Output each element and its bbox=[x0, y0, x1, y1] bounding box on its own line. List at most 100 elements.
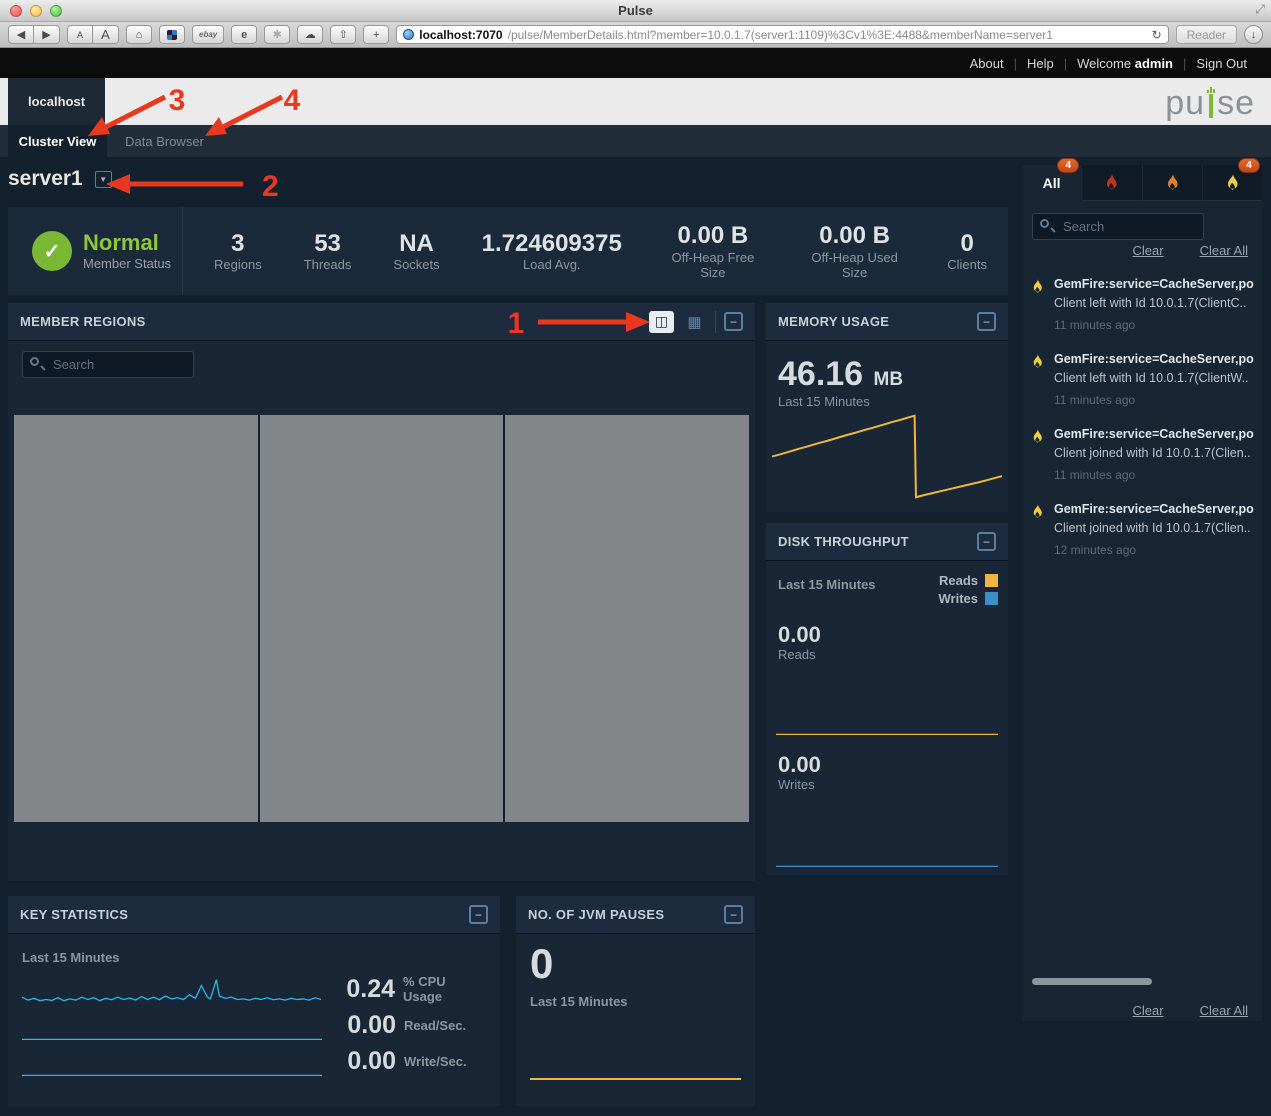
ebay-extension-icon[interactable]: ebay bbox=[192, 25, 224, 44]
resize-icon[interactable]: ⤢ bbox=[1255, 2, 1265, 17]
collapse-icon[interactable]: − bbox=[724, 312, 743, 331]
font-larger-button[interactable]: A bbox=[93, 25, 119, 44]
reads-color-swatch bbox=[985, 574, 998, 587]
share-button[interactable]: ⇧ bbox=[330, 25, 356, 44]
memory-value: 46.16 bbox=[778, 355, 863, 393]
stat-sockets: NA Sockets bbox=[372, 230, 460, 273]
region-block[interactable] bbox=[14, 415, 258, 822]
panel-title: NO. OF JVM PAUSES bbox=[528, 907, 664, 922]
asterisk-extension-icon[interactable]: ✱ bbox=[264, 25, 290, 44]
member-dropdown-button[interactable]: ▼ bbox=[95, 171, 112, 188]
delicious-extension-icon[interactable] bbox=[159, 25, 185, 44]
member-name: server1 bbox=[8, 167, 83, 191]
stat-threads: 53 Threads bbox=[283, 230, 373, 273]
tab-data-browser[interactable]: Data Browser bbox=[107, 125, 222, 157]
tab-cluster-view[interactable]: Cluster View bbox=[8, 125, 107, 157]
memory-usage-panel: MEMORY USAGE − 46.16 MB Last 15 Minutes bbox=[766, 303, 1008, 512]
disk-throughput-panel: DISK THROUGHPUT − Last 15 Minutes Reads … bbox=[766, 523, 1008, 875]
address-bar[interactable]: localhost:7070 /pulse/MemberDetails.html… bbox=[396, 25, 1168, 44]
panel-title: MEMBER REGIONS bbox=[20, 314, 146, 329]
notification-item[interactable]: GemFire:service=CacheServer,port=404 Cli… bbox=[1032, 421, 1254, 496]
evernote-extension-icon[interactable]: e bbox=[231, 25, 257, 44]
search-icon bbox=[1040, 219, 1049, 228]
clear-all-link-top[interactable]: Clear All bbox=[1200, 243, 1248, 258]
status-state: Normal bbox=[83, 231, 171, 255]
divider bbox=[715, 311, 716, 333]
collapse-icon[interactable]: − bbox=[724, 905, 743, 924]
notification-time: 11 minutes ago bbox=[1054, 318, 1254, 332]
tab-warning-notifications[interactable]: 4 bbox=[1203, 165, 1262, 201]
app-header: About | Help | Welcome admin | Sign Out bbox=[0, 48, 1271, 78]
logo-text-se: se bbox=[1217, 89, 1255, 118]
cpu-label: % CPU Usage bbox=[403, 974, 488, 1004]
new-tab-button[interactable]: + bbox=[363, 25, 389, 44]
welcome-label: Welcome bbox=[1077, 56, 1131, 71]
tab-severe-notifications[interactable] bbox=[1082, 165, 1142, 201]
stat-offheap-free: 0.00 B Off-Heap Free Size bbox=[643, 222, 783, 280]
stat-value: 0.00 B bbox=[804, 222, 905, 250]
help-link[interactable]: Help bbox=[1017, 56, 1064, 71]
collapse-icon[interactable]: − bbox=[469, 905, 488, 924]
member-stats: 3 Regions 53 Threads NA Sockets 1.724609… bbox=[183, 222, 1008, 280]
regions-search-input[interactable] bbox=[22, 351, 194, 378]
jvm-pauses-chart bbox=[530, 1078, 741, 1080]
welcome-user: Welcome admin bbox=[1067, 56, 1183, 71]
grid-view-icon[interactable]: ▦ bbox=[682, 311, 707, 333]
region-block[interactable] bbox=[505, 415, 749, 822]
font-smaller-button[interactable]: A bbox=[67, 25, 93, 44]
region-block[interactable] bbox=[260, 415, 504, 822]
tab-all-notifications[interactable]: All 4 bbox=[1022, 165, 1082, 201]
reader-button[interactable]: Reader bbox=[1176, 25, 1237, 44]
jvm-pauses-subtitle: Last 15 Minutes bbox=[530, 994, 628, 1009]
downloads-button[interactable]: ↓ bbox=[1244, 25, 1263, 44]
forward-button[interactable]: ▶ bbox=[34, 25, 60, 44]
collapse-icon[interactable]: − bbox=[977, 312, 996, 331]
stat-value: NA bbox=[393, 230, 439, 258]
disk-reads-label: Reads bbox=[778, 647, 821, 662]
logo-text-pu: pu bbox=[1165, 89, 1205, 118]
stat-label: Off-Heap Used Size bbox=[804, 250, 905, 280]
notifications-search-input[interactable] bbox=[1032, 213, 1204, 240]
view-tabs: Cluster View Data Browser bbox=[0, 125, 1271, 157]
writes-sec-value: 0.00 bbox=[334, 1047, 396, 1076]
logo-bar bbox=[1207, 85, 1215, 118]
member-status: ✓ Normal Member Status bbox=[8, 207, 183, 295]
stat-label: Load Avg. bbox=[482, 257, 622, 272]
stat-value: 0.00 B bbox=[664, 222, 762, 250]
horizontal-scrollbar[interactable] bbox=[1032, 978, 1152, 985]
tab-error-notifications[interactable] bbox=[1143, 165, 1203, 201]
notification-tabs: All 4 4 bbox=[1022, 165, 1262, 201]
clear-link-bottom[interactable]: Clear bbox=[1133, 1003, 1164, 1018]
notification-list: GemFire:service=CacheServer,port=404 Cli… bbox=[1032, 271, 1254, 571]
status-check-icon: ✓ bbox=[32, 231, 72, 271]
about-link[interactable]: About bbox=[960, 56, 1014, 71]
treemap-view-icon[interactable]: ◫ bbox=[649, 311, 674, 333]
host-tab-localhost[interactable]: localhost bbox=[8, 78, 105, 125]
cloud-tabs-button[interactable]: ☁ bbox=[297, 25, 323, 44]
keystats-subtitle: Last 15 Minutes bbox=[22, 950, 120, 965]
disk-writes-label: Writes bbox=[778, 777, 821, 792]
stat-value: 0 bbox=[947, 230, 987, 258]
clear-link-top[interactable]: Clear bbox=[1133, 243, 1164, 258]
sign-out-link[interactable]: Sign Out bbox=[1186, 56, 1257, 71]
back-button[interactable]: ◀ bbox=[8, 25, 34, 44]
flame-yellow-icon bbox=[1032, 504, 1043, 519]
clear-all-link-bottom[interactable]: Clear All bbox=[1200, 1003, 1248, 1018]
stat-value: 53 bbox=[304, 230, 352, 258]
notification-item[interactable]: GemFire:service=CacheServer,port=404 Cli… bbox=[1032, 496, 1254, 571]
notification-message: Client joined with Id 10.0.1.7(Clien.. bbox=[1054, 521, 1254, 535]
notification-item[interactable]: GemFire:service=CacheServer,port=404 Cli… bbox=[1032, 346, 1254, 421]
jvm-pauses-value: 0 bbox=[530, 940, 553, 988]
notification-message: Client left with Id 10.0.1.7(ClientW.. bbox=[1054, 371, 1254, 385]
stat-label: Clients bbox=[947, 257, 987, 272]
stat-value: 1.724609375 bbox=[482, 230, 622, 258]
flame-yellow-icon bbox=[1032, 279, 1043, 294]
reads-sec-label: Read/Sec. bbox=[404, 1018, 466, 1033]
reload-icon[interactable]: ↻ bbox=[1152, 28, 1162, 42]
host-tab-row: localhost pu se bbox=[0, 78, 1271, 125]
collapse-icon[interactable]: − bbox=[977, 532, 996, 551]
status-state-label: Member Status bbox=[83, 256, 171, 271]
legend-writes-label: Writes bbox=[939, 591, 979, 606]
notification-item[interactable]: GemFire:service=CacheServer,port=404 Cli… bbox=[1032, 271, 1254, 346]
home-button[interactable]: ⌂ bbox=[126, 25, 152, 44]
